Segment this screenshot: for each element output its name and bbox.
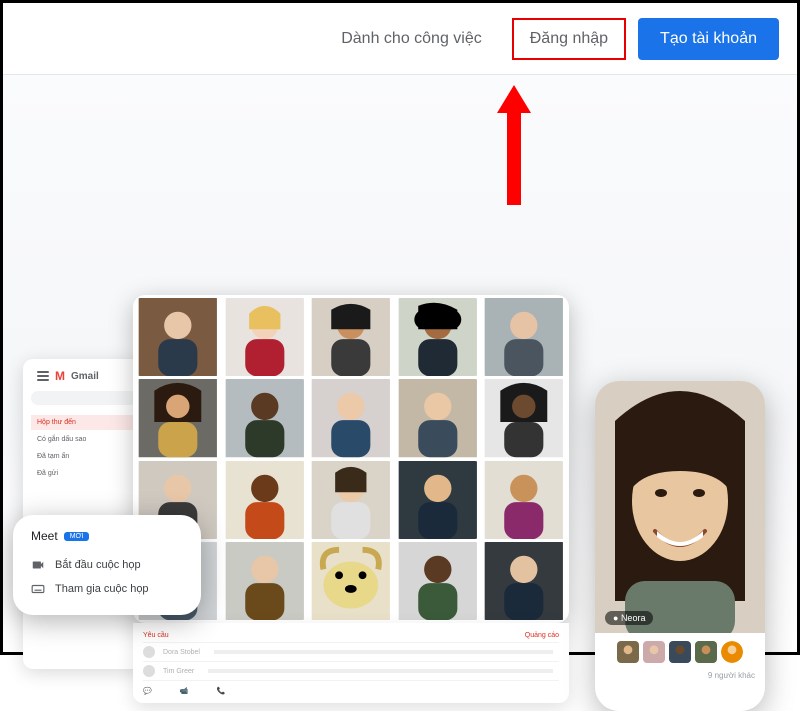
participant-tile [396, 461, 480, 539]
start-meeting-label: Bắt đầu cuộc họp [55, 559, 141, 571]
video-icon: 📹 [180, 687, 189, 695]
keyboard-icon [31, 582, 45, 596]
participant-tile [482, 298, 566, 376]
join-meeting-label: Tham gia cuộc họp [55, 583, 149, 595]
inbox-row: Tim Greer [143, 662, 559, 681]
phone-thumbnail-strip [595, 633, 765, 671]
gmail-m-icon: M [55, 369, 65, 383]
new-badge: MỚI [64, 532, 90, 541]
join-meeting-row[interactable]: Tham gia cuộc họp [31, 577, 183, 601]
thumbnail [669, 641, 691, 663]
participant-tile [396, 298, 480, 376]
participant-tile [482, 379, 566, 457]
inbox-preview: Yêu cầuQuảng cáo Dora Stobel Tim Greer 💬… [133, 623, 569, 703]
participant-tile [223, 461, 307, 539]
participant-tile [223, 542, 307, 620]
participant-tile [309, 542, 393, 620]
annotation-arrow-icon [497, 85, 531, 205]
participant-tile [223, 379, 307, 457]
thumbnail [643, 641, 665, 663]
top-navigation: Dành cho công việc Đăng nhập Tạo tài kho… [3, 3, 797, 75]
participant-tile [223, 298, 307, 376]
caller-name-chip: ● Neora [605, 611, 653, 625]
participant-tile [136, 298, 220, 376]
participant-tile [136, 379, 220, 457]
participant-tile [396, 379, 480, 457]
sign-in-link[interactable]: Đăng nhập [512, 18, 626, 60]
participant-tile [309, 461, 393, 539]
camera-icon [31, 558, 45, 572]
participant-tile [482, 461, 566, 539]
participant-tile [396, 542, 480, 620]
participant-tile [482, 542, 566, 620]
thumbnail-more [721, 641, 743, 663]
gmail-brand: Gmail [71, 371, 99, 382]
for-work-link[interactable]: Dành cho công việc [323, 18, 500, 60]
start-meeting-row[interactable]: Bắt đầu cuộc họp [31, 553, 183, 577]
meet-title: Meet [31, 529, 58, 543]
participant-tile [309, 379, 393, 457]
phone-footer-count: 9 người khác [595, 671, 765, 686]
menu-icon [37, 371, 49, 381]
inbox-row: Dora Stobel [143, 643, 559, 662]
meet-popover: Meet MỚI Bắt đầu cuộc họp Tham gia cuộc … [13, 515, 201, 615]
chat-icon: 💬 [143, 687, 152, 695]
hero-illustration: M Gmail Hộp thư đến Có gắn dấu sao Đã tạ… [3, 75, 797, 652]
phone-icon: 📞 [216, 687, 225, 695]
participant-tile [309, 298, 393, 376]
search-pill [31, 391, 138, 405]
phone-main-video: ● Neora [595, 381, 765, 633]
phone-mockup: ● Neora 9 người khác [595, 381, 765, 711]
thumbnail [695, 641, 717, 663]
create-account-button[interactable]: Tạo tài khoản [638, 18, 779, 60]
thumbnail [617, 641, 639, 663]
